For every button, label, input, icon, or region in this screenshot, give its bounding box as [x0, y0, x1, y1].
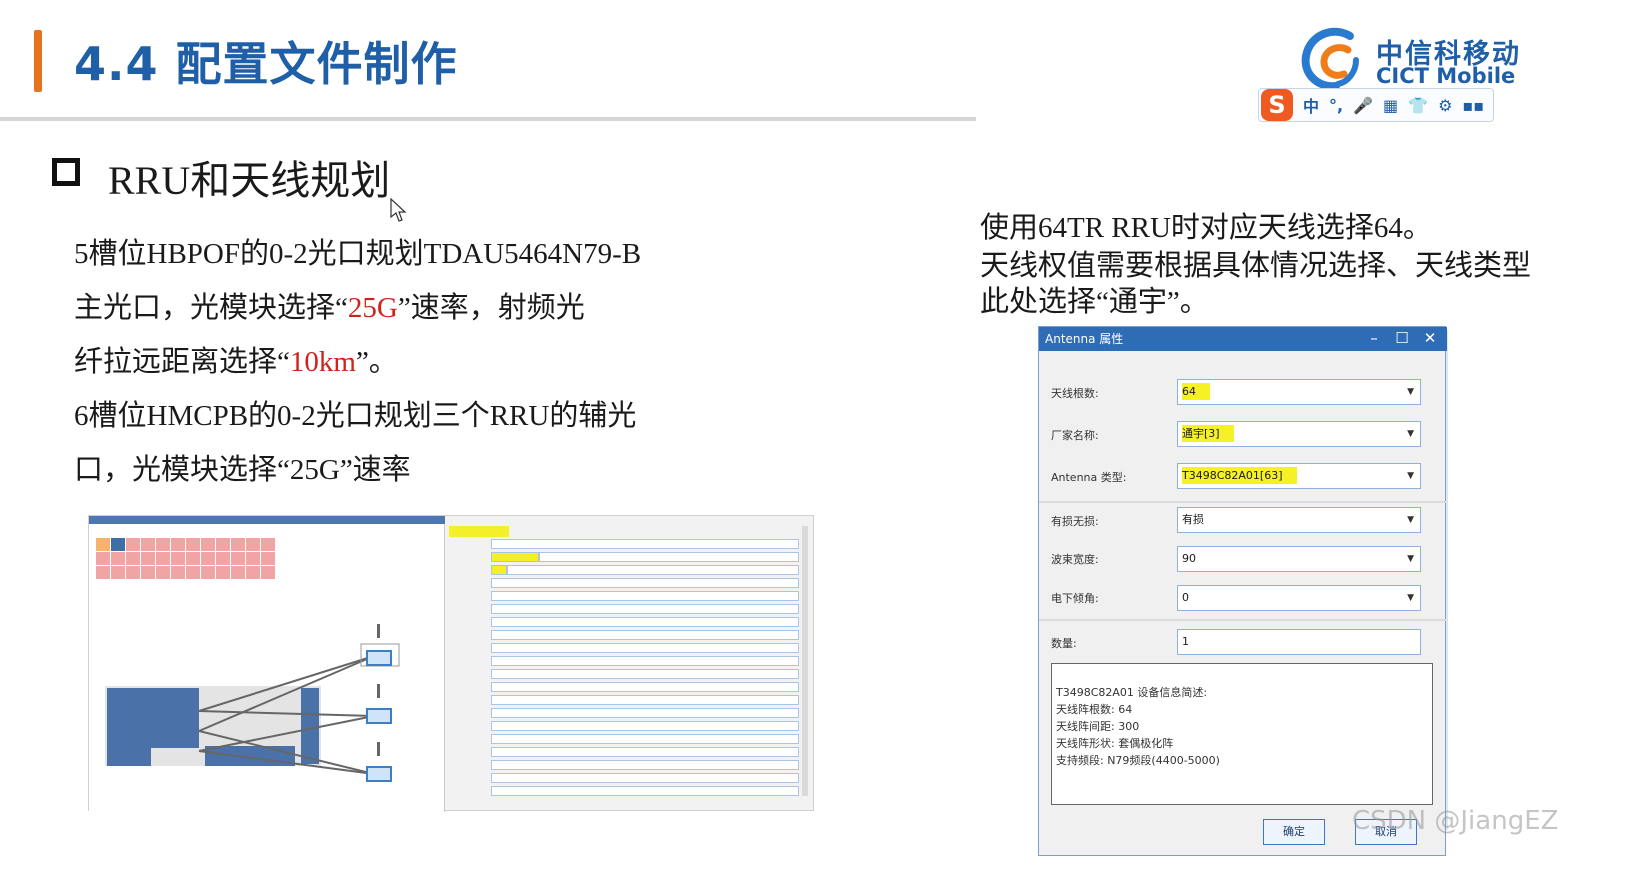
info-line: 支持频段: N79频段(4400-5000) [1056, 754, 1220, 767]
watermark-text: CSDN @JiangEZ [1352, 806, 1559, 836]
chevron-down-icon: ▼ [1407, 515, 1414, 525]
mouse-cursor-icon [390, 198, 407, 222]
ime-menu-icon[interactable]: ▪▪ [1462, 96, 1484, 115]
right-text-line-1: 使用64TR RRU时对应天线选择64。 [980, 212, 1432, 244]
info-line: 天线阵间距: 300 [1056, 720, 1140, 733]
vendor-select[interactable]: 通宇[3] ▼ [1177, 421, 1421, 447]
paragraph-line-1: 5槽位HBPOF的0-2光口规划TDAU5464N79-B [74, 238, 642, 270]
sogou-logo-icon[interactable]: S [1261, 89, 1293, 121]
ok-button[interactable]: 确定 [1263, 819, 1325, 845]
paragraph-line-2: 主光口，光模块选择“25G”速率，射频光 [74, 284, 585, 326]
rru-icon [366, 650, 392, 666]
antenna-count-label: 天线根数: [1051, 387, 1099, 400]
screenshot-scrollbar [802, 526, 808, 796]
dialog-divider [1039, 501, 1447, 503]
title-accent-bar [34, 30, 42, 92]
antenna-type-label: Antenna 类型: [1051, 471, 1127, 484]
right-text-line-3: 此处选择“通宇”。 [980, 286, 1209, 318]
paragraph-line-5: 口，光模块选择“25G”速率 [74, 454, 411, 486]
antenna-icon [377, 624, 380, 638]
quantity-value: 1 [1182, 635, 1189, 648]
cict-logo-icon [1301, 27, 1359, 91]
paragraph-line-2-b: ”速率，射频光 [397, 292, 585, 324]
minimize-icon[interactable]: – [1361, 327, 1387, 351]
info-line: 天线阵根数: 64 [1056, 703, 1133, 716]
antenna-icon [377, 684, 380, 698]
ime-microphone-icon[interactable]: 🎤 [1353, 96, 1373, 115]
loss-value: 有损 [1182, 513, 1204, 526]
antenna-count-value: 64 [1182, 383, 1210, 400]
beam-width-select[interactable]: 90 ▼ [1177, 546, 1421, 572]
ime-keyboard-icon[interactable]: ▦ [1383, 96, 1398, 115]
loss-label: 有损无损: [1051, 515, 1099, 528]
antenna-icon [377, 742, 380, 756]
paragraph-line-3-a: 纤拉远距离选择“ [74, 346, 290, 378]
ime-settings-icon[interactable]: ⚙ [1438, 96, 1452, 115]
ime-toolbar[interactable]: S 中 °, 🎤 ▦ 👕 ⚙ ▪▪ [1258, 88, 1494, 122]
paragraph-line-2-a: 主光口，光模块选择“ [74, 292, 348, 324]
rate-25g-highlight: 25G [347, 292, 398, 324]
antenna-type-value: T3498C82A01[63] [1182, 467, 1297, 484]
bullet-square-icon [52, 158, 80, 186]
ime-punctuation-icon[interactable]: °, [1329, 96, 1343, 115]
section-title: RRU和天线规划 [108, 158, 391, 203]
vendor-label: 厂家名称: [1051, 429, 1099, 442]
close-icon[interactable]: ✕ [1417, 327, 1443, 351]
quantity-label: 数量: [1051, 637, 1077, 650]
beam-width-value: 90 [1182, 552, 1196, 565]
device-info-box: T3498C82A01 设备信息简述: 天线阵根数: 64 天线阵间距: 300… [1051, 663, 1433, 805]
property-list-panel [449, 522, 805, 810]
paragraph-line-3: 纤拉远距离选择“10km”。 [74, 338, 398, 380]
ime-skin-icon[interactable]: 👕 [1408, 96, 1428, 115]
chevron-down-icon: ▼ [1407, 387, 1414, 397]
downtilt-select[interactable]: 0 ▼ [1177, 585, 1421, 611]
antenna-properties-dialog: Antenna 属性 – ☐ ✕ 天线根数: 64 ▼ 厂家名称: 通宇[3] … [1038, 326, 1447, 856]
paragraph-line-3-b: ”。 [355, 346, 398, 378]
beam-width-label: 波束宽度: [1051, 553, 1099, 566]
chevron-down-icon: ▼ [1407, 554, 1414, 564]
info-line: 天线阵形状: 套偶极化阵 [1056, 737, 1174, 750]
vendor-value: 通宇[3] [1182, 425, 1234, 442]
page-title: 4.4 配置文件制作 [74, 37, 458, 91]
company-logo: 中信科移动 CICT Mobile [1298, 24, 1538, 94]
antenna-count-select[interactable]: 64 ▼ [1177, 379, 1421, 405]
downtilt-label: 电下倾角: [1051, 592, 1099, 605]
logo-english-text: CICT Mobile [1376, 64, 1516, 88]
rru-icon [366, 708, 392, 724]
dialog-divider [1039, 619, 1447, 621]
rru-icon [366, 766, 392, 782]
paragraph-line-4: 6槽位HMCPB的0-2光口规划三个RRU的辅光 [74, 400, 637, 432]
chevron-down-icon: ▼ [1407, 593, 1414, 603]
header-divider [0, 117, 976, 121]
chevron-down-icon: ▼ [1407, 429, 1414, 439]
loss-select[interactable]: 有损 ▼ [1177, 507, 1421, 533]
config-tool-screenshot [88, 515, 814, 812]
antenna-type-select[interactable]: T3498C82A01[63] ▼ [1177, 463, 1421, 489]
maximize-icon[interactable]: ☐ [1389, 327, 1415, 351]
topology-panel [89, 516, 445, 812]
ime-chinese-mode[interactable]: 中 [1303, 93, 1319, 117]
downtilt-value: 0 [1182, 591, 1189, 604]
quantity-input[interactable]: 1 [1177, 629, 1421, 655]
distance-10km-highlight: 10km [289, 346, 356, 378]
info-line: T3498C82A01 设备信息简述: [1056, 686, 1208, 699]
chevron-down-icon: ▼ [1407, 471, 1414, 481]
